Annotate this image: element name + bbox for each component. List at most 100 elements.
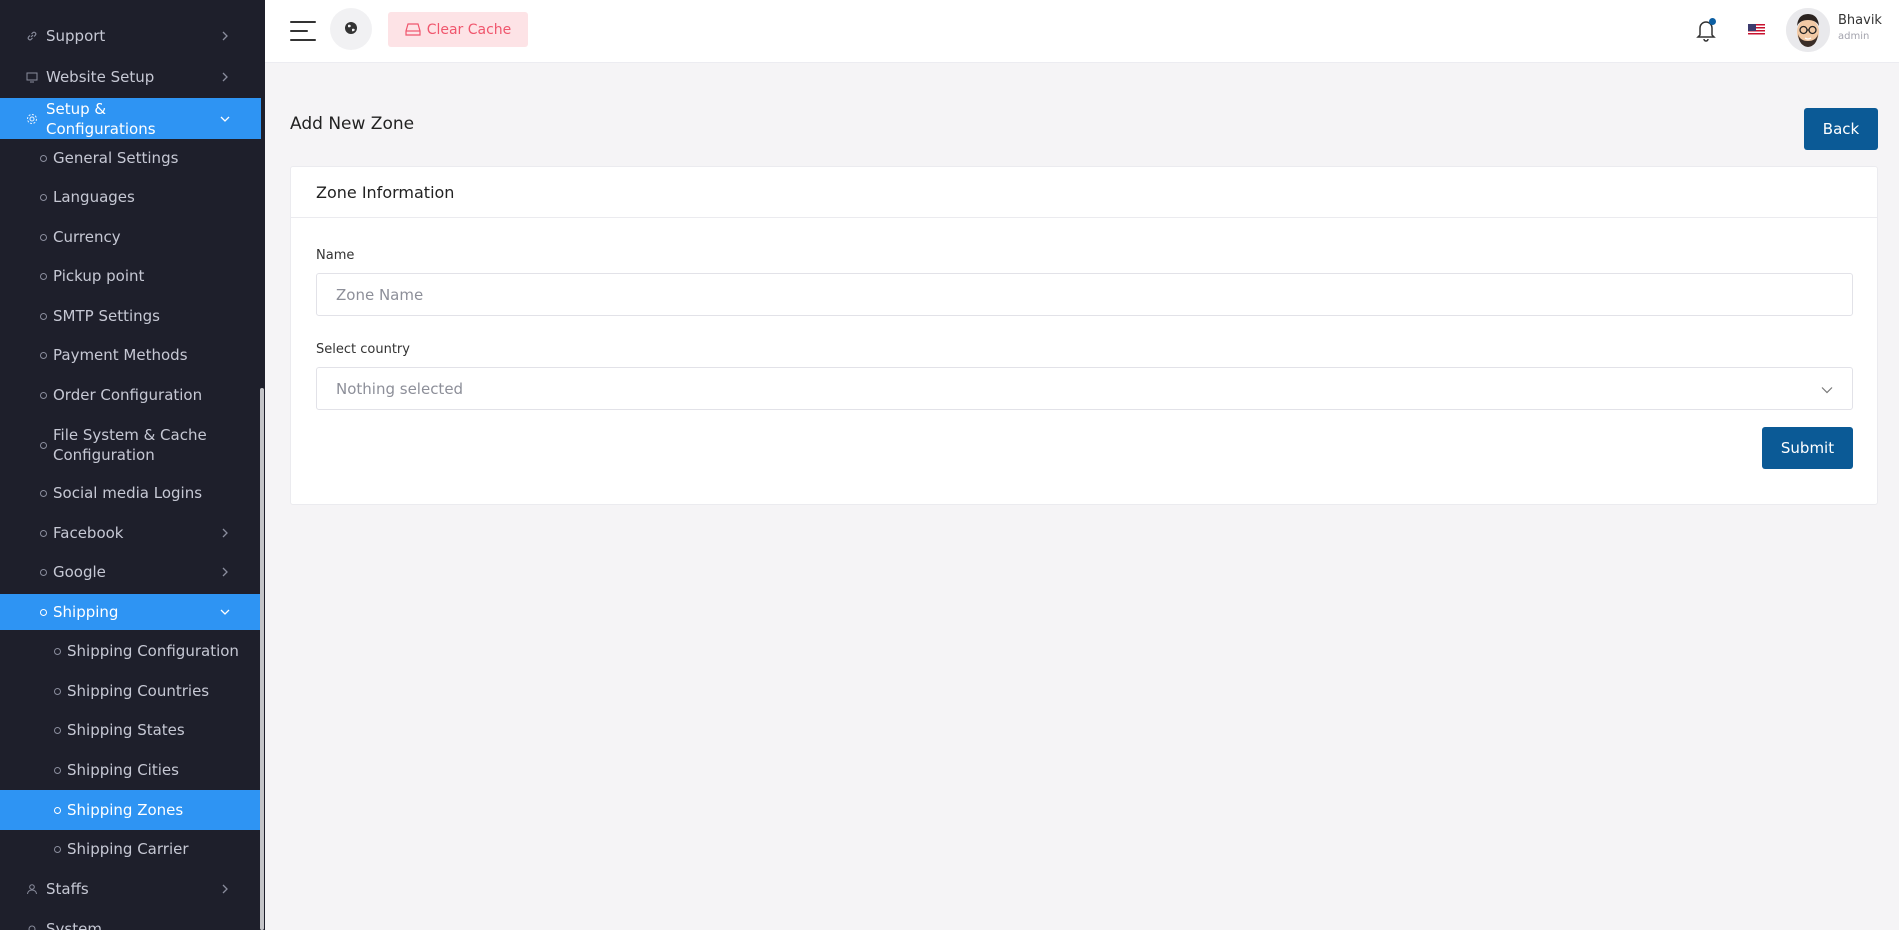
chevron-down-icon [219,606,231,618]
sidebar-item-label: Staffs [46,880,89,898]
zone-name-input[interactable] [316,273,1853,316]
sidebar-item-system[interactable]: System [0,918,261,930]
bullet-icon [40,154,47,162]
bullet-icon [54,766,61,774]
sidebar-item-label: Shipping Cities [67,761,179,779]
sidebar-item-label: Shipping Configuration [67,642,239,660]
bullet-icon [54,726,61,734]
sidebar-item-label: SMTP Settings [53,307,160,325]
sidebar-item-website-setup[interactable]: Website Setup [0,61,261,93]
chevron-right-icon [219,71,231,83]
sidebar-item-label: Google [53,563,106,581]
sidebar-item-currency[interactable]: Currency [0,227,261,247]
sidebar-item-setup-configurations[interactable]: Setup & Configurations [0,98,261,139]
sidebar-item-shipping-cities[interactable]: Shipping Cities [0,760,261,780]
back-button[interactable]: Back [1804,108,1878,150]
clear-cache-label: Clear Cache [426,21,512,38]
card-title: Zone Information [291,167,1877,218]
hard-drive-icon [405,23,421,36]
monitor-icon [24,69,40,85]
bullet-icon [40,351,47,359]
sidebar-item-label: Social media Logins [53,484,203,502]
chevron-right-icon [219,527,231,539]
country-select-value: Nothing selected [336,379,464,398]
chevron-down-icon [1821,380,1833,398]
chevron-right-icon [219,30,231,42]
sidebar-item-google[interactable]: Google [0,562,261,582]
sidebar-item-label: Shipping Carrier [67,840,189,858]
bullet-icon [40,441,47,449]
avatar[interactable] [1786,8,1830,52]
sidebar-item-facebook[interactable]: Facebook [0,523,261,543]
sidebar-item-label: General Settings [53,149,179,167]
sidebar-item-social-media-logins[interactable]: Social media Logins [0,483,261,503]
bullet-icon [40,529,47,537]
us-flag-icon[interactable] [1748,22,1765,35]
sidebar-item-label: System [46,920,102,930]
globe-button[interactable] [330,8,372,50]
name-label: Name [316,248,355,263]
user-icon [24,881,40,897]
bullet-icon [40,391,47,399]
link-icon [24,28,40,44]
sidebar-item-order-configuration[interactable]: Order Configuration [0,385,261,405]
sidebar: Support Website Setup Setup & Configurat… [0,0,265,930]
sidebar-item-shipping-carrier[interactable]: Shipping Carrier [0,839,261,859]
sidebar-item-shipping-countries[interactable]: Shipping Countries [0,681,261,701]
sidebar-item-label: Order Configuration [53,386,203,404]
gear-icon [24,921,40,930]
bullet-icon [40,312,47,320]
sidebar-item-partial[interactable] [0,0,261,4]
sidebar-item-shipping-configuration[interactable]: Shipping Configuration [0,641,261,661]
bullet-icon [40,489,47,497]
chevron-down-icon [219,113,231,125]
user-name: Bhavik [1838,13,1882,28]
page-title: Add New Zone [290,114,415,134]
sidebar-item-label: Payment Methods [53,346,188,364]
sidebar-item-languages[interactable]: Languages [0,187,261,207]
clear-cache-button[interactable]: Clear Cache [388,12,528,47]
sidebar-item-label: Shipping [53,603,119,621]
sidebar-item-shipping-states[interactable]: Shipping States [0,720,261,740]
sidebar-item-label: Setup & Configurations [46,99,156,138]
sidebar-item-staffs[interactable]: Staffs [0,878,261,900]
settings-icon [24,0,40,2]
sidebar-item-label: Facebook [53,524,124,542]
sidebar-item-shipping-zones[interactable]: Shipping Zones [0,790,261,830]
sidebar-item-general-settings[interactable]: General Settings [0,148,261,168]
sidebar-item-smtp-settings[interactable]: SMTP Settings [0,306,261,326]
sidebar-item-label: Shipping Zones [67,801,184,819]
sidebar-item-support[interactable]: Support [0,20,261,52]
sidebar-item-label: Currency [53,228,121,246]
sidebar-item-file-system-cache[interactable]: File System & Cache Configuration [0,424,261,466]
gear-icon [24,111,40,127]
sidebar-item-pickup-point[interactable]: Pickup point [0,266,261,286]
sidebar-item-shipping[interactable]: Shipping [0,594,261,630]
bullet-icon [40,608,47,616]
country-select[interactable]: Nothing selected [316,367,1853,410]
select-country-label: Select country [316,342,410,357]
hamburger-menu-icon[interactable] [289,18,317,44]
topbar: Clear Cache Bhavik admin [265,0,1899,62]
bullet-icon [40,272,47,280]
bullet-icon [40,193,47,201]
sidebar-item-label: Shipping States [67,721,185,739]
sidebar-item-payment-methods[interactable]: Payment Methods [0,345,261,365]
chevron-right-icon [219,566,231,578]
sidebar-scrollbar[interactable] [260,388,264,930]
sidebar-item-label: Support [46,27,106,45]
chevron-right-icon [219,883,231,895]
bullet-icon [54,806,61,814]
sidebar-item-label: Shipping Countries [67,682,210,700]
notification-dot [1709,18,1716,25]
globe-icon [344,20,358,39]
submit-button[interactable]: Submit [1762,427,1853,469]
sidebar-item-label: File System & Cache Configuration [53,426,207,464]
zone-information-card: Zone Information Name Select country Not… [290,166,1878,505]
notification-bell-icon[interactable] [1695,18,1717,42]
sidebar-item-label: Languages [53,188,135,206]
sidebar-item-label: Pickup point [53,267,145,285]
bullet-icon [40,568,47,576]
sidebar-item-label: Website Setup [46,68,155,86]
bullet-icon [54,687,61,695]
